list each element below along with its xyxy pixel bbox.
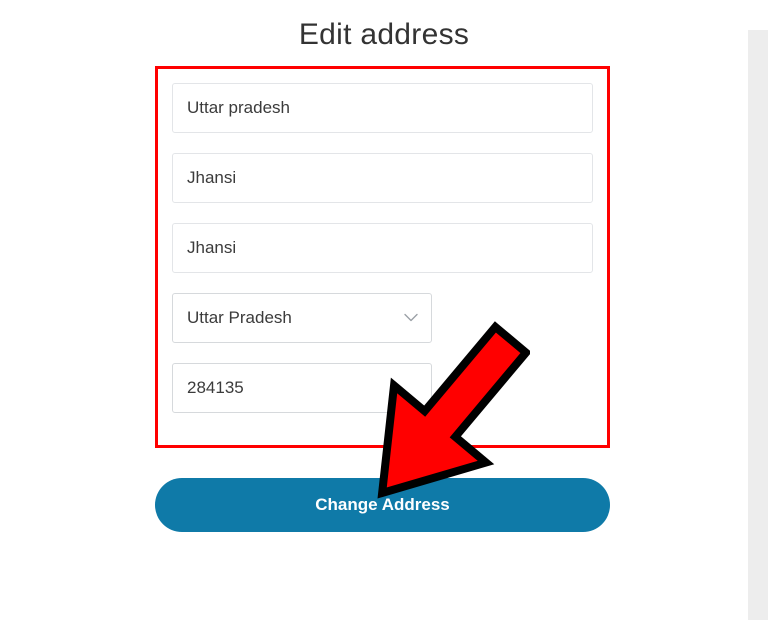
state-input[interactable] bbox=[172, 83, 593, 133]
state-select[interactable]: Uttar Pradesh bbox=[172, 293, 432, 343]
postal-code-input[interactable] bbox=[172, 363, 432, 413]
state-select-wrap: Uttar Pradesh bbox=[172, 293, 432, 343]
page-title: Edit address bbox=[0, 0, 768, 52]
right-edge-stripe bbox=[748, 30, 768, 620]
district-input[interactable] bbox=[172, 153, 593, 203]
city-input[interactable] bbox=[172, 223, 593, 273]
change-address-button[interactable]: Change Address bbox=[155, 478, 610, 532]
address-form: Uttar Pradesh bbox=[155, 66, 610, 448]
